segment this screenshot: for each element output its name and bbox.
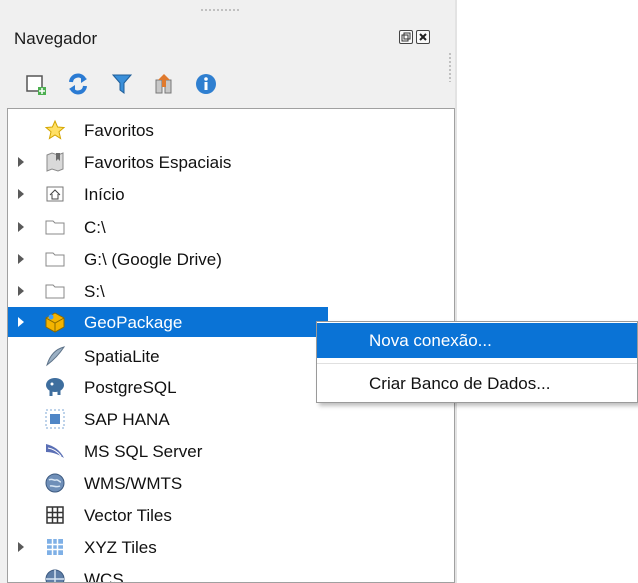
postgresql-icon (44, 376, 66, 398)
tree-item-inicio[interactable]: Início (8, 179, 454, 209)
tree-item-vector-tiles[interactable]: Vector Tiles (8, 500, 454, 530)
tree-item-xyz-tiles[interactable]: XYZ Tiles (8, 532, 454, 562)
tree-item-label: Início (84, 185, 125, 204)
panel-splitter[interactable] (455, 0, 457, 583)
expand-arrow-icon[interactable] (18, 317, 24, 327)
resize-grip[interactable] (448, 52, 452, 82)
tree-item-label: Favoritos Espaciais (84, 153, 232, 172)
browser-panel: Navegador Favoritos Favoritos Espaciais … (0, 0, 455, 583)
tree-item-sap-hana[interactable]: SAP HANA (8, 404, 454, 434)
float-panel-button[interactable] (399, 30, 413, 44)
tree-item-label: MS SQL Server (84, 442, 203, 461)
spatial-bookmarks-icon (44, 151, 66, 173)
menu-item-criar-banco-de-dados[interactable]: Criar Banco de Dados... (317, 366, 637, 401)
tree-item-label: WCS (84, 570, 124, 583)
filter-icon[interactable] (110, 72, 134, 96)
tree-item-label: Favoritos (84, 121, 154, 140)
expand-arrow-icon[interactable] (18, 222, 24, 232)
folder-icon (44, 216, 66, 238)
float-icon (401, 32, 411, 42)
expand-arrow-icon[interactable] (18, 189, 24, 199)
tree-item-ms-sql-server[interactable]: MS SQL Server (8, 436, 454, 466)
folder-icon (44, 248, 66, 270)
expand-arrow-icon[interactable] (18, 286, 24, 296)
context-menu: Nova conexão... Criar Banco de Dados... (316, 321, 638, 403)
sap-hana-icon (44, 408, 66, 430)
collapse-all-icon[interactable] (152, 72, 176, 96)
tree-item-c-drive[interactable]: C:\ (8, 212, 454, 242)
home-folder-icon (44, 183, 66, 205)
tree-item-g-drive[interactable]: G:\ (Google Drive) (8, 244, 454, 274)
wcs-icon (44, 568, 66, 582)
tree-item-wcs[interactable]: WCS (8, 564, 454, 583)
tree-item-label: C:\ (84, 218, 106, 237)
folder-icon (44, 280, 66, 302)
tree-item-label: PostgreSQL (84, 378, 177, 397)
menu-item-label: Criar Banco de Dados... (369, 374, 551, 393)
expand-arrow-icon[interactable] (18, 542, 24, 552)
tree-item-label: G:\ (Google Drive) (84, 250, 222, 269)
tree-item-label: WMS/WMTS (84, 474, 183, 493)
vector-tiles-icon (44, 504, 66, 526)
close-icon (419, 33, 427, 41)
panel-title: Navegador (14, 29, 98, 48)
tree-item-label: SAP HANA (84, 410, 170, 429)
tree-item-label: Vector Tiles (84, 506, 172, 525)
properties-icon[interactable] (194, 72, 218, 96)
xyz-tiles-icon (44, 536, 66, 558)
mssql-icon (44, 440, 66, 462)
star-icon (44, 119, 66, 141)
tree-item-label: GeoPackage (84, 313, 183, 332)
expand-arrow-icon[interactable] (18, 254, 24, 264)
menu-separator (317, 363, 637, 364)
tree-item-favoritos[interactable]: Favoritos (8, 115, 454, 145)
refresh-icon[interactable] (66, 72, 90, 96)
tree-item-label: XYZ Tiles (84, 538, 157, 557)
wms-icon (44, 472, 66, 494)
add-layer-icon[interactable] (24, 72, 48, 96)
tree-item-wms-wmts[interactable]: WMS/WMTS (8, 468, 454, 498)
tree-item-favoritos-espaciais[interactable]: Favoritos Espaciais (8, 147, 454, 177)
expand-arrow-icon[interactable] (18, 157, 24, 167)
menu-item-label: Nova conexão... (369, 331, 492, 350)
spatialite-icon (44, 345, 66, 367)
tree-item-s-drive[interactable]: S:\ (8, 276, 454, 306)
tree-item-label: SpatiaLite (84, 347, 160, 366)
geopackage-icon (44, 311, 66, 333)
tree-item-label: S:\ (84, 282, 105, 301)
panel-drag-handle[interactable] (200, 8, 240, 12)
menu-item-nova-conexao[interactable]: Nova conexão... (317, 323, 637, 358)
close-panel-button[interactable] (416, 30, 430, 44)
